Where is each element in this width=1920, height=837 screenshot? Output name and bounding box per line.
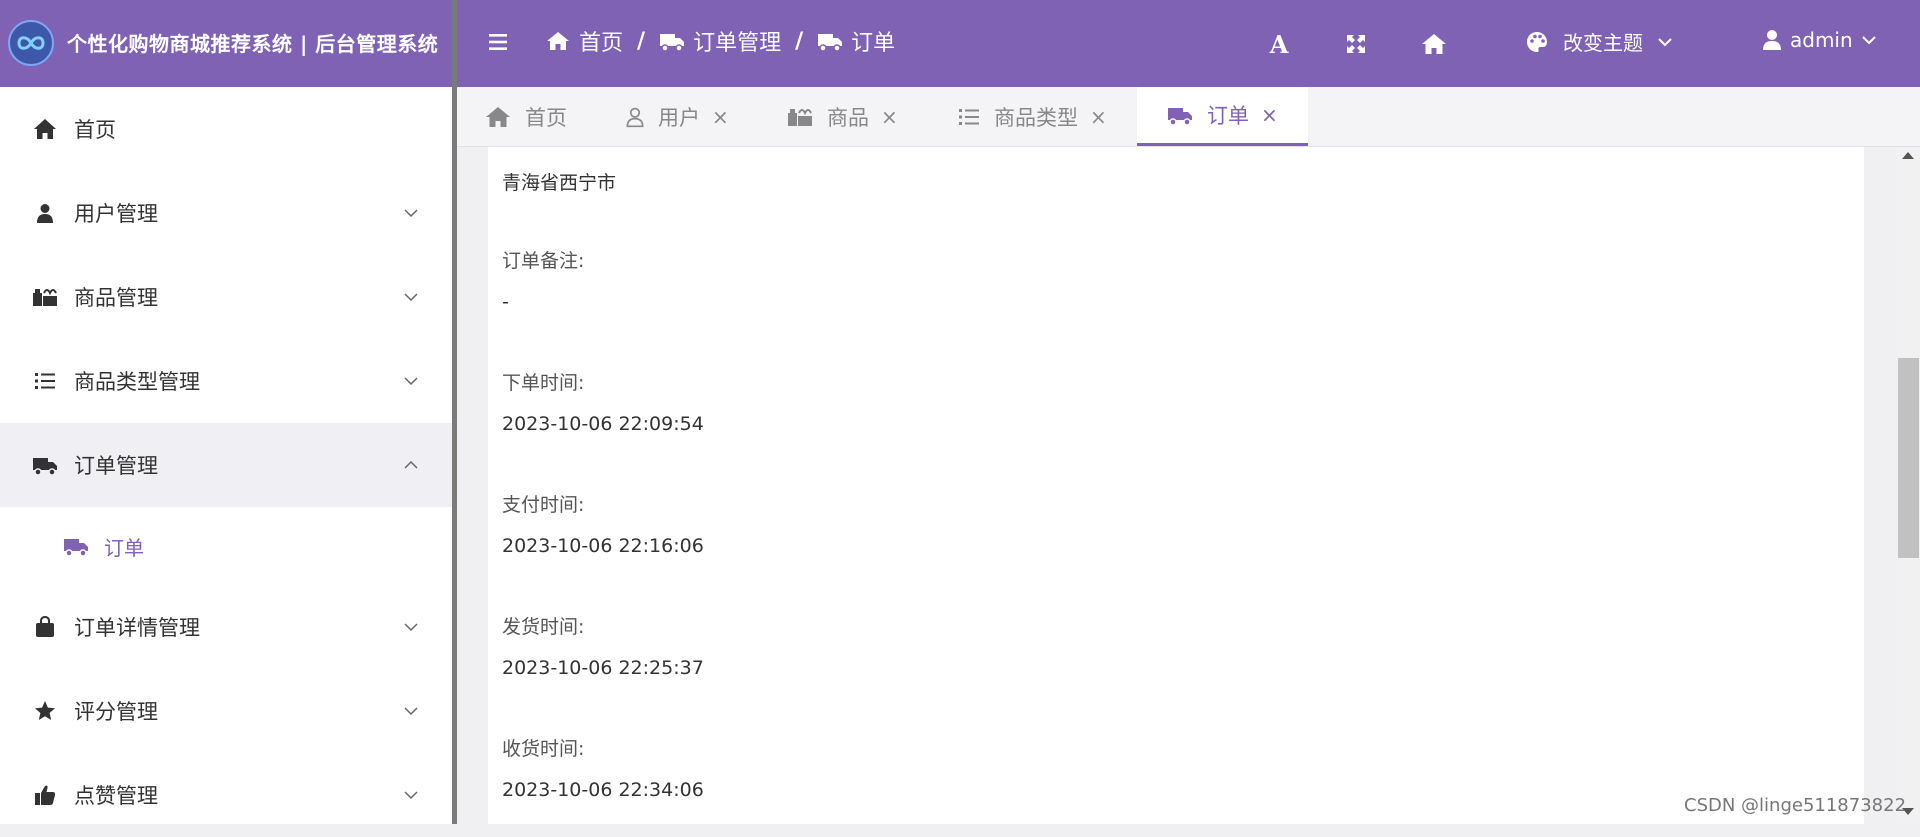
- pay-time-label: 支付时间:: [502, 494, 585, 516]
- home-icon: [486, 106, 510, 127]
- sidebar-item-like-management[interactable]: 点赞管理: [0, 753, 452, 837]
- chevron-down-icon: [404, 209, 418, 218]
- bag-icon: [32, 614, 58, 640]
- logo-icon: [8, 20, 54, 66]
- tab-goods[interactable]: 商品 ×: [787, 87, 898, 146]
- menu-toggle-icon[interactable]: [487, 30, 511, 54]
- chevron-down-icon: [404, 293, 418, 302]
- font-size-icon[interactable]: A: [1265, 30, 1293, 59]
- sidebar-scrollbar[interactable]: [452, 0, 457, 824]
- home-icon[interactable]: [1420, 30, 1448, 58]
- thumbs-up-icon: [32, 782, 58, 808]
- sidebar-subitem-order[interactable]: 订单: [0, 507, 452, 585]
- truck-icon: [64, 539, 88, 557]
- tab-goods-type[interactable]: 商品类型 ×: [958, 87, 1107, 146]
- scroll-up-arrow-icon[interactable]: [1902, 152, 1914, 159]
- order-detail-card: [488, 147, 1864, 824]
- remark-label: 订单备注:: [502, 250, 585, 272]
- home-icon: [32, 116, 58, 142]
- chevron-down-icon: [404, 791, 418, 800]
- chevron-down-icon: [404, 623, 418, 632]
- ship-time-label: 发货时间:: [502, 616, 585, 638]
- truck-icon: [32, 452, 58, 478]
- user-outline-icon: [626, 107, 644, 127]
- sidebar-item-user-management[interactable]: 用户管理: [0, 171, 452, 255]
- top-bar: 个性化购物商城推荐系统 | 后台管理系统 首页 / 订单管理 / 订单 A 改变…: [0, 0, 1920, 87]
- brand: 个性化购物商城推荐系统 | 后台管理系统: [0, 0, 452, 87]
- breadcrumb-order-management[interactable]: 订单管理: [659, 25, 781, 57]
- chevron-up-icon: [404, 460, 418, 469]
- chevron-down-icon: [1658, 37, 1672, 46]
- ship-time-value: 2023-10-06 22:25:37: [502, 657, 704, 679]
- sidebar-item-goods-type-management[interactable]: 商品类型管理: [0, 339, 452, 423]
- chevron-down-icon: [404, 377, 418, 386]
- truck-icon: [818, 34, 843, 52]
- order-time-value: 2023-10-06 22:09:54: [502, 413, 704, 435]
- breadcrumb-order: 订单: [817, 25, 895, 57]
- sidebar-item-order-management[interactable]: 订单管理: [0, 423, 452, 507]
- close-icon[interactable]: ×: [712, 105, 729, 129]
- sidebar-item-order-detail-management[interactable]: 订单详情管理: [0, 585, 452, 669]
- breadcrumb-home[interactable]: 首页: [545, 25, 623, 57]
- sidebar: 首页 用户管理 商品管理 商品类型管理 订单管理 订单 订单详情管理 评分管理 …: [0, 87, 452, 824]
- breadcrumb: 首页 / 订单管理 / 订单: [545, 25, 895, 57]
- address-value: 青海省西宁市: [502, 172, 617, 194]
- sidebar-item-rating-management[interactable]: 评分管理: [0, 669, 452, 753]
- list-icon: [959, 108, 979, 125]
- sidebar-item-home[interactable]: 首页: [0, 87, 452, 171]
- chevron-down-icon: [1861, 36, 1876, 45]
- chevron-down-icon: [404, 707, 418, 716]
- brand-title: 个性化购物商城推荐系统 | 后台管理系统: [67, 32, 439, 56]
- remark-value: -: [502, 291, 509, 313]
- sidebar-item-goods-management[interactable]: 商品管理: [0, 255, 452, 339]
- user-icon: [1763, 30, 1781, 50]
- star-icon: [32, 698, 58, 724]
- list-icon: [32, 368, 58, 394]
- breadcrumb-separator: /: [795, 28, 804, 54]
- close-icon[interactable]: ×: [881, 105, 898, 129]
- close-icon[interactable]: ×: [1090, 105, 1107, 129]
- truck-icon: [660, 34, 685, 52]
- tab-user[interactable]: 用户 ×: [624, 87, 729, 146]
- user-icon: [32, 200, 58, 226]
- close-icon[interactable]: ×: [1261, 103, 1278, 127]
- palette-icon: [1527, 31, 1547, 52]
- user-menu-button[interactable]: admin: [1762, 28, 1877, 52]
- pay-time-value: 2023-10-06 22:16:06: [502, 535, 704, 557]
- tab-bar: 首页 用户 × 商品 × 商品类型 × 订单 ×: [457, 87, 1920, 147]
- user-label: admin: [1790, 28, 1853, 52]
- fullscreen-icon[interactable]: [1342, 30, 1370, 58]
- receive-time-value: 2023-10-06 22:34:06: [502, 779, 704, 801]
- truck-icon: [1168, 108, 1192, 126]
- theme-label: 改变主题: [1563, 31, 1643, 55]
- tab-home[interactable]: 首页: [485, 87, 567, 146]
- receive-time-label: 收货时间:: [502, 738, 585, 760]
- order-time-label: 下单时间:: [502, 372, 585, 394]
- breadcrumb-separator: /: [637, 28, 646, 54]
- home-icon: [547, 32, 569, 50]
- goods-icon: [32, 284, 58, 310]
- goods-icon: [788, 108, 812, 126]
- content-scrollbar-thumb[interactable]: [1898, 358, 1919, 558]
- change-theme-button[interactable]: 改变主题: [1525, 27, 1673, 56]
- watermark: CSDN @linge511873822: [1684, 795, 1907, 816]
- tab-order[interactable]: 订单 ×: [1137, 87, 1308, 146]
